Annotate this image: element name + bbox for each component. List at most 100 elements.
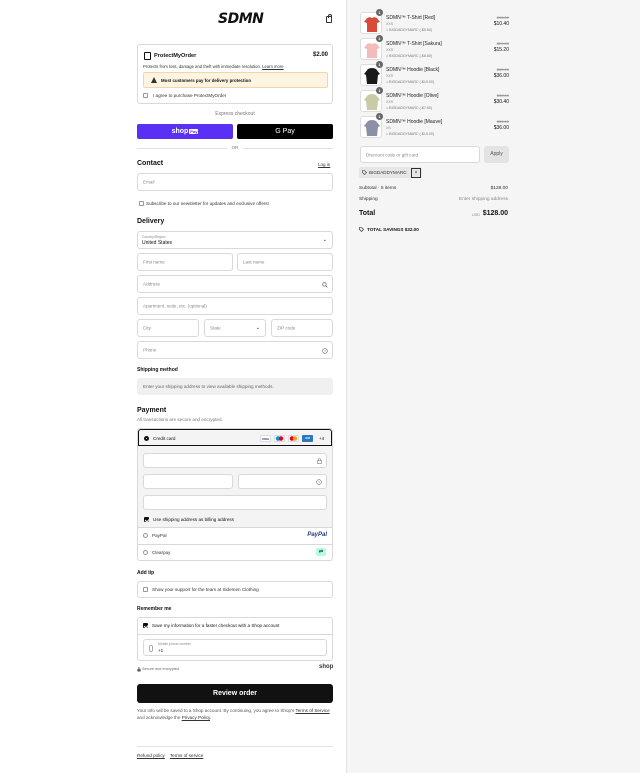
total-value: $128.00 [482, 210, 508, 217]
last-name-field[interactable]: Last name [237, 253, 333, 271]
phone-field[interactable]: Phone ? [137, 341, 333, 359]
tip-label: Show your support for the team at Sideme… [152, 587, 259, 592]
first-name-placeholder: First name [143, 259, 165, 265]
mobile-phone-value: +1 [158, 648, 164, 653]
cart-item: 1 SDMN™ Hoodie [Mauve] XS ⌂ BIGDADDYMARC… [360, 113, 640, 140]
shop-pay-text: shop [171, 128, 189, 135]
product-price: $15.20 [493, 47, 509, 53]
address-field[interactable]: Address [137, 275, 333, 293]
product-discount: ⌂ BIGDADDYMARC (-$5.60) [386, 28, 433, 32]
terms-of-service-link[interactable]: Terms of service [170, 753, 203, 758]
credit-card-option[interactable]: Credit card VISA AM +4 [138, 429, 332, 446]
remove-discount-button[interactable]: × [411, 168, 421, 178]
product-size: XXS [386, 100, 394, 104]
mobile-phone-icon [149, 645, 153, 652]
credit-card-form: ? [138, 446, 332, 512]
apartment-field[interactable]: Apartment, suite, etc. (optional) [137, 297, 333, 315]
shopping-bag-icon[interactable] [326, 14, 332, 23]
name-on-card-field[interactable] [143, 495, 327, 510]
lock-icon [317, 458, 322, 464]
product-discount: ⌂ BIGDADDYMARC (-$19.00) [386, 80, 435, 84]
product-discount: ⌂ BIGDADDYMARC (-$7.60) [386, 106, 433, 110]
email-field[interactable]: Email [137, 173, 333, 191]
subtotal-label: Subtotal · 5 items [359, 186, 397, 191]
total-label: Total [359, 210, 376, 217]
newsletter-checkbox[interactable] [139, 201, 144, 206]
paypal-option[interactable]: PayPal PayPal [138, 527, 332, 544]
login-link[interactable]: Log in [318, 162, 330, 167]
mobile-phone-field[interactable]: Mobile phone number +1 [143, 639, 327, 656]
quantity-badge: 1 [376, 113, 383, 120]
payment-subtitle: All transactions are secure and encrypte… [137, 417, 223, 422]
paypal-logo: PayPal [307, 532, 327, 538]
or-divider: OR [137, 144, 333, 152]
shipping-method-heading: Shipping method [137, 367, 178, 373]
security-code-field[interactable]: ? [238, 474, 327, 489]
apartment-placeholder: Apartment, suite, etc. (optional) [143, 303, 207, 309]
city-placeholder: City [143, 325, 151, 331]
divider [138, 634, 332, 635]
discount-code-placeholder: Discount code or gift card [366, 152, 419, 157]
cart-item: 1 SDMN™ Hoodie [Olive] XXS ⌂ BIGDADDYMAR… [360, 87, 640, 114]
remember-me-box: Save my information for a faster checkou… [137, 617, 333, 661]
first-name-field[interactable]: First name [137, 253, 233, 271]
product-old-price: $55.00 [496, 67, 509, 72]
save-info-checkbox[interactable] [143, 623, 148, 628]
product-size: XXS [386, 48, 394, 52]
paypal-label: PayPal [152, 533, 167, 538]
clearpay-option[interactable]: Clearpay ⇄ [138, 544, 332, 561]
tag-icon [362, 170, 367, 175]
product-price: $36.00 [493, 125, 509, 131]
expiry-field[interactable] [143, 474, 233, 489]
or-text: OR [231, 145, 239, 150]
footer-divider [137, 746, 333, 747]
cart-item: 1 SDMN™ Hoodie [Black] XXS ⌂ BIGDADDYMAR… [360, 61, 640, 88]
google-pay-button[interactable]: G Pay [237, 124, 333, 139]
credit-card-label: Credit card [153, 436, 176, 441]
country-select[interactable]: Country/Region United States ⌄ [137, 231, 333, 249]
quantity-badge: 1 [376, 9, 383, 16]
learn-more-link[interactable]: Learn more [262, 64, 283, 69]
product-size: XXS [386, 74, 394, 78]
legal-text-1: Your info will be saved to a Shop accoun… [137, 708, 296, 713]
chevron-down-icon: ⌄ [255, 325, 260, 331]
state-select[interactable]: State ⌄ [204, 319, 266, 337]
legal-text: Your info will be saved to a Shop accoun… [137, 708, 333, 721]
billing-same-label: Use shipping address as billing address [153, 517, 234, 522]
product-discount: ⌂ BIGDADDYMARC (-$8.80) [386, 54, 433, 58]
country-label: Country/Region [142, 235, 166, 239]
city-field[interactable]: City [137, 319, 199, 337]
terms-link[interactable]: Terms of Service [295, 708, 329, 713]
shop-pay-badge: Pay [189, 129, 199, 134]
more-cards-count: +4 [319, 436, 325, 441]
shop-pay-button[interactable]: shop Pay [137, 124, 233, 139]
protect-warning: Most customers pay for delivery protecti… [143, 72, 328, 88]
cart-item: 1 SDMN™ T-Shirt [Red] XXS ⌂ BIGDADDYMARC… [360, 9, 640, 36]
shipping-method-info: Enter your shipping address to view avai… [137, 378, 333, 395]
tip-checkbox[interactable] [143, 587, 148, 592]
help-icon[interactable]: ? [316, 479, 322, 485]
tip-option[interactable]: Show your support for the team at Sideme… [137, 581, 333, 598]
protect-agree-checkbox[interactable] [143, 93, 148, 98]
phone-placeholder: Phone [143, 347, 157, 353]
apply-button[interactable]: Apply [484, 146, 509, 163]
review-order-button[interactable]: Review order [137, 684, 333, 703]
refund-policy-link[interactable]: Refund policy [137, 753, 165, 758]
protect-my-order-box: ProtectMyOrder $2.00 Protects from loss,… [137, 44, 333, 104]
card-number-field[interactable] [143, 453, 327, 468]
order-summary: 1 SDMN™ T-Shirt [Red] XXS ⌂ BIGDADDYMARC… [346, 0, 640, 773]
billing-same-checkbox[interactable] [144, 517, 149, 522]
help-icon[interactable]: ? [322, 348, 328, 354]
discount-code-field[interactable]: Discount code or gift card [360, 146, 480, 163]
paypal-radio[interactable] [143, 533, 148, 538]
privacy-link[interactable]: Privacy Policy [182, 715, 210, 720]
maestro-icon [274, 435, 285, 442]
product-price: $36.00 [493, 73, 509, 79]
clearpay-label: Clearpay [152, 550, 171, 555]
clearpay-radio[interactable] [143, 550, 148, 555]
svg-text:?: ? [318, 480, 320, 484]
brand-logo[interactable]: SDMN [218, 11, 264, 29]
credit-card-radio[interactable] [144, 436, 149, 441]
zip-field[interactable]: ZIP code [271, 319, 333, 337]
product-old-price: $38.00 [496, 93, 509, 98]
